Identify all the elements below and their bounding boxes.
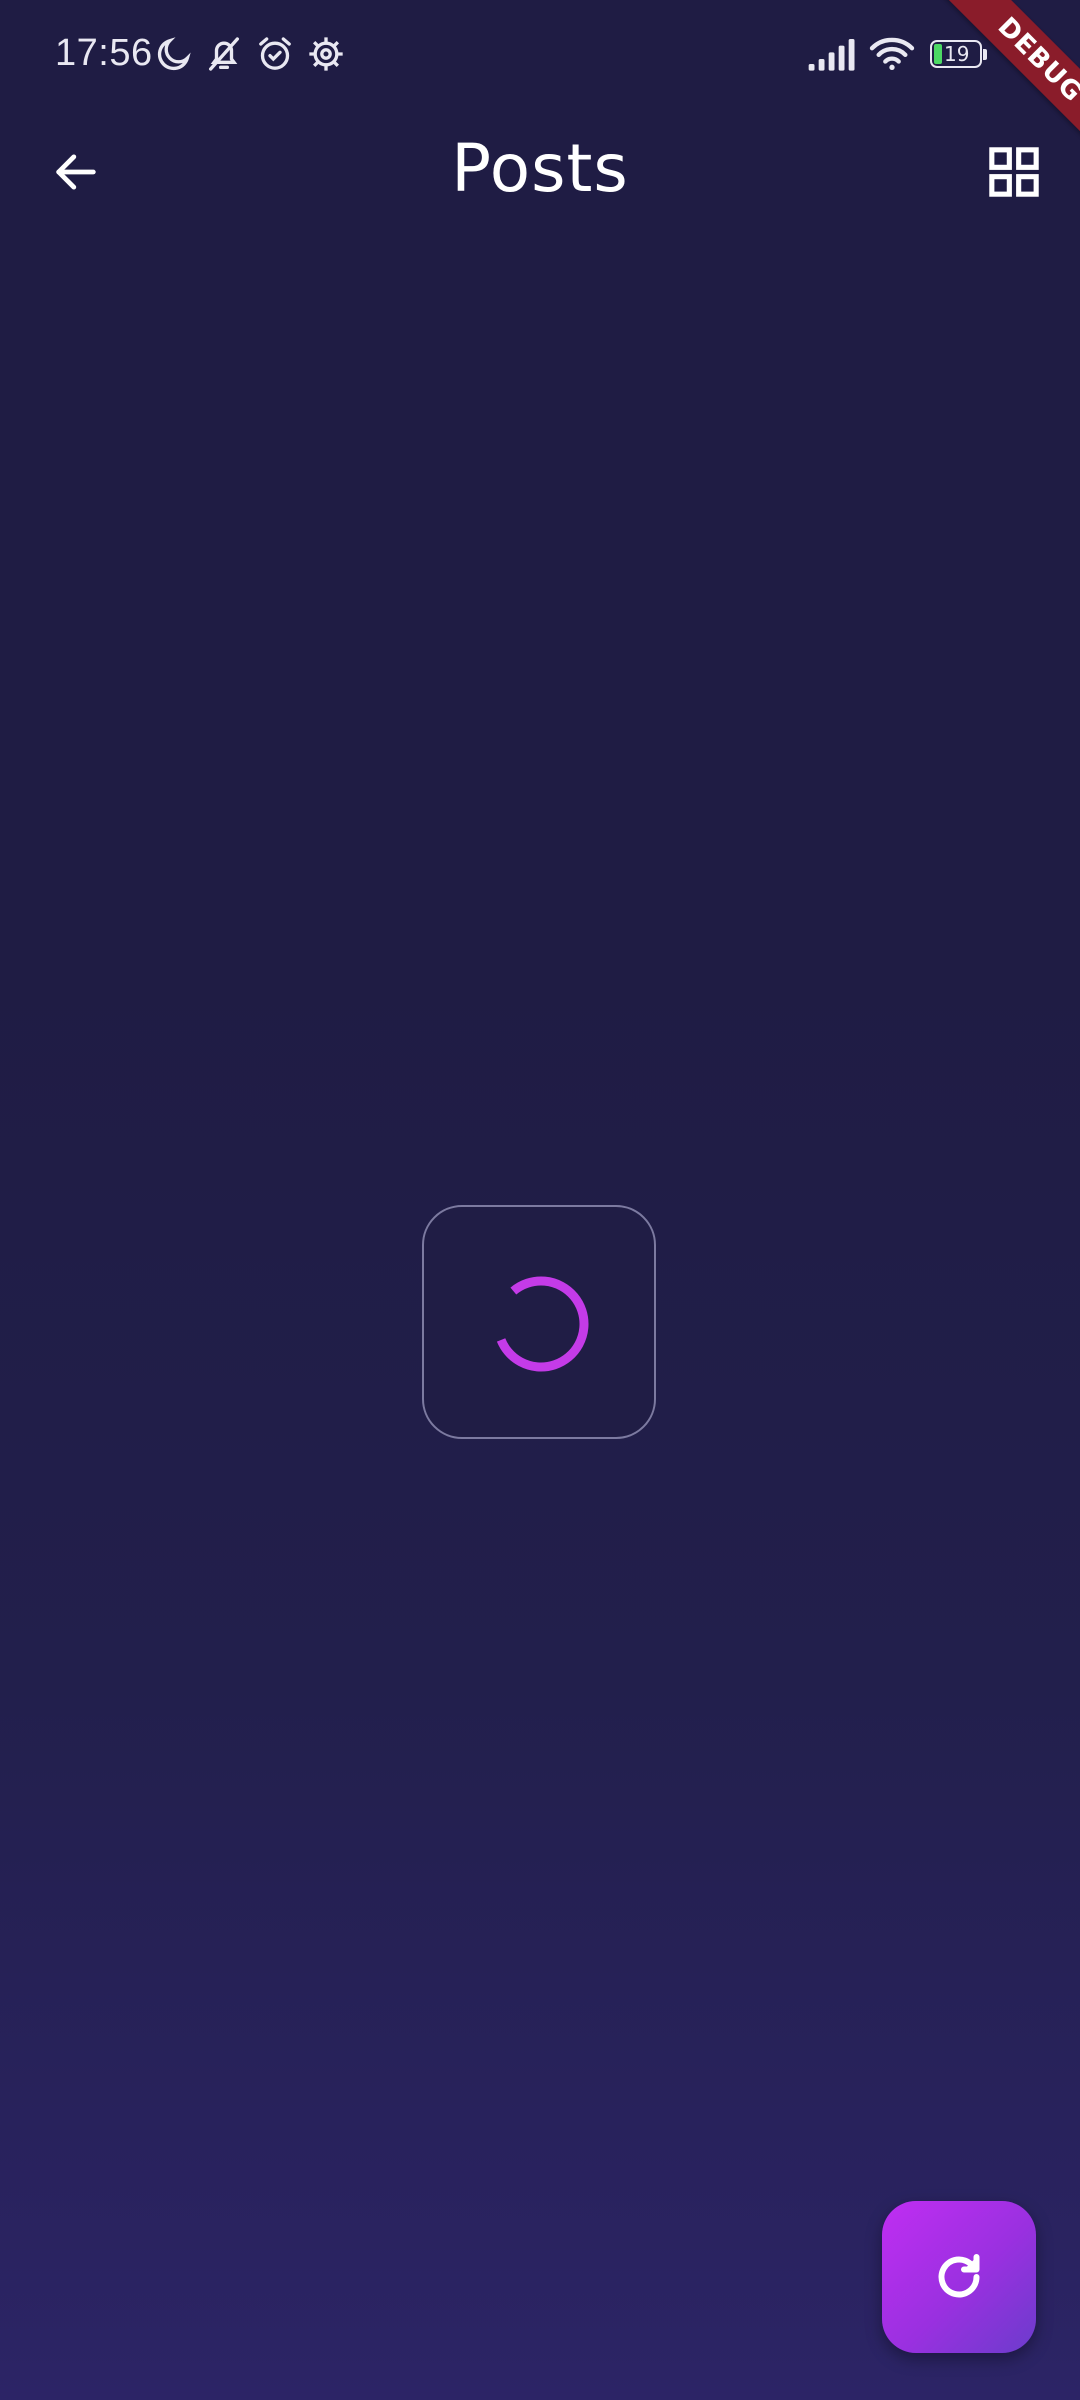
grid-view-button[interactable] <box>978 136 1050 208</box>
battery-indicator: 19 <box>930 40 988 70</box>
loading-spinner-icon <box>493 1276 589 1372</box>
bell-off-icon <box>204 34 244 74</box>
signal-icon <box>806 34 858 74</box>
status-time: 17:56 <box>55 32 153 74</box>
grid-view-icon <box>989 147 1039 197</box>
app-bar: Posts <box>0 112 1080 228</box>
moon-icon <box>154 34 194 74</box>
refresh-icon <box>938 2254 980 2298</box>
page-title: Posts <box>451 130 629 207</box>
wifi-icon <box>868 34 916 74</box>
settings-gear-icon <box>306 34 346 74</box>
alarm-icon <box>255 34 295 74</box>
refresh-button[interactable] <box>882 2201 1036 2353</box>
battery-level: 19 <box>944 42 970 66</box>
status-bar: 17:56 19 <box>0 0 1080 112</box>
loading-indicator <box>422 1205 656 1439</box>
